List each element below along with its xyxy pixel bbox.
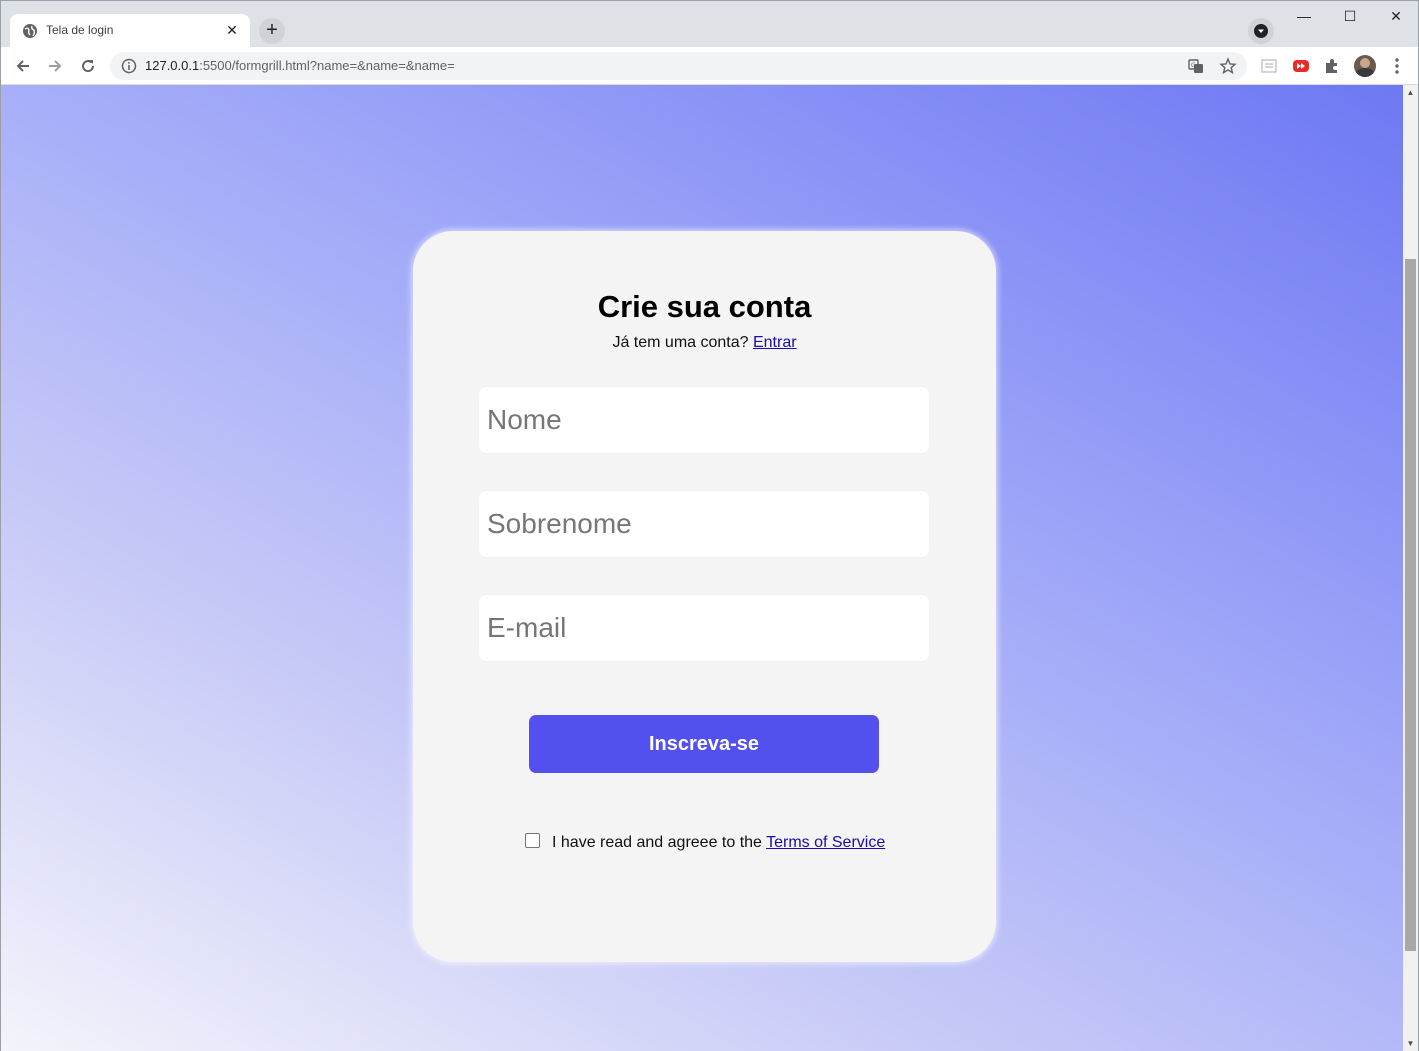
- address-bar[interactable]: 127.0.0.1:5500/formgrill.html?name=&name…: [110, 52, 1247, 80]
- info-icon[interactable]: [121, 58, 137, 74]
- login-prompt-text: Já tem uma conta?: [612, 334, 753, 351]
- avatar-face: [1360, 58, 1370, 68]
- svg-text:G: G: [1191, 62, 1196, 69]
- translate-icon[interactable]: G: [1187, 57, 1205, 75]
- first-name-input[interactable]: [479, 387, 929, 453]
- scroll-up-icon[interactable]: ▲: [1403, 85, 1418, 100]
- new-tab-button[interactable]: +: [259, 18, 285, 44]
- email-input[interactable]: [479, 595, 929, 661]
- close-window-button[interactable]: ✕: [1373, 5, 1419, 29]
- chevron-down-icon: [1254, 24, 1268, 38]
- forward-button[interactable]: [43, 54, 67, 78]
- terms-row: I have read and agreee to the Terms of S…: [525, 833, 885, 852]
- arrow-left-icon: [16, 60, 29, 72]
- menu-icon[interactable]: [1387, 56, 1407, 76]
- tab-strip: Tela de login ✕ + — ☐ ✕: [1, 1, 1419, 48]
- url-path: :5500/formgrill.html?name=&name=&name=: [199, 58, 455, 73]
- globe-icon: [23, 24, 37, 38]
- puzzle-icon[interactable]: [1322, 56, 1342, 76]
- browser-window: Tela de login ✕ + — ☐ ✕ 127.0.0.1:5500/f…: [0, 0, 1419, 1051]
- page-viewport: Crie sua conta Já tem uma conta? Entrar …: [1, 85, 1403, 1051]
- url-text[interactable]: 127.0.0.1:5500/formgrill.html?name=&name…: [145, 58, 455, 73]
- reload-button[interactable]: [76, 54, 100, 78]
- page-title: Crie sua conta: [597, 289, 812, 324]
- signup-card: Crie sua conta Já tem uma conta? Entrar …: [413, 231, 996, 962]
- scrollbar-thumb[interactable]: [1405, 259, 1416, 951]
- minimize-button[interactable]: —: [1281, 5, 1327, 29]
- extension-reader-icon[interactable]: [1259, 56, 1279, 76]
- browser-toolbar: 127.0.0.1:5500/formgrill.html?name=&name…: [1, 47, 1418, 85]
- arrow-right-icon: [49, 60, 62, 72]
- terms-link[interactable]: Terms of Service: [766, 834, 885, 851]
- extension-youtube-icon[interactable]: [1291, 56, 1311, 76]
- maximize-button[interactable]: ☐: [1327, 5, 1373, 29]
- close-tab-icon[interactable]: ✕: [222, 20, 242, 40]
- scroll-down-icon[interactable]: ▼: [1403, 1036, 1418, 1051]
- signup-button[interactable]: Inscreva-se: [529, 715, 879, 773]
- scrollbar[interactable]: ▲ ▼: [1403, 85, 1418, 1051]
- last-name-input[interactable]: [479, 491, 929, 557]
- tab-search-button[interactable]: [1248, 18, 1274, 44]
- avatar-body: [1356, 68, 1374, 77]
- tab-title: Tela de login: [46, 23, 114, 37]
- login-prompt: Já tem uma conta? Entrar: [413, 334, 996, 352]
- login-link[interactable]: Entrar: [753, 334, 797, 351]
- back-button[interactable]: [11, 54, 35, 78]
- reload-icon: [82, 60, 95, 73]
- terms-checkbox[interactable]: [525, 833, 540, 848]
- url-host: 127.0.0.1: [145, 58, 200, 73]
- star-icon[interactable]: [1219, 57, 1237, 75]
- avatar[interactable]: [1354, 55, 1376, 77]
- browser-tab[interactable]: Tela de login ✕: [10, 14, 250, 48]
- terms-text: I have read and agreee to the: [552, 834, 767, 851]
